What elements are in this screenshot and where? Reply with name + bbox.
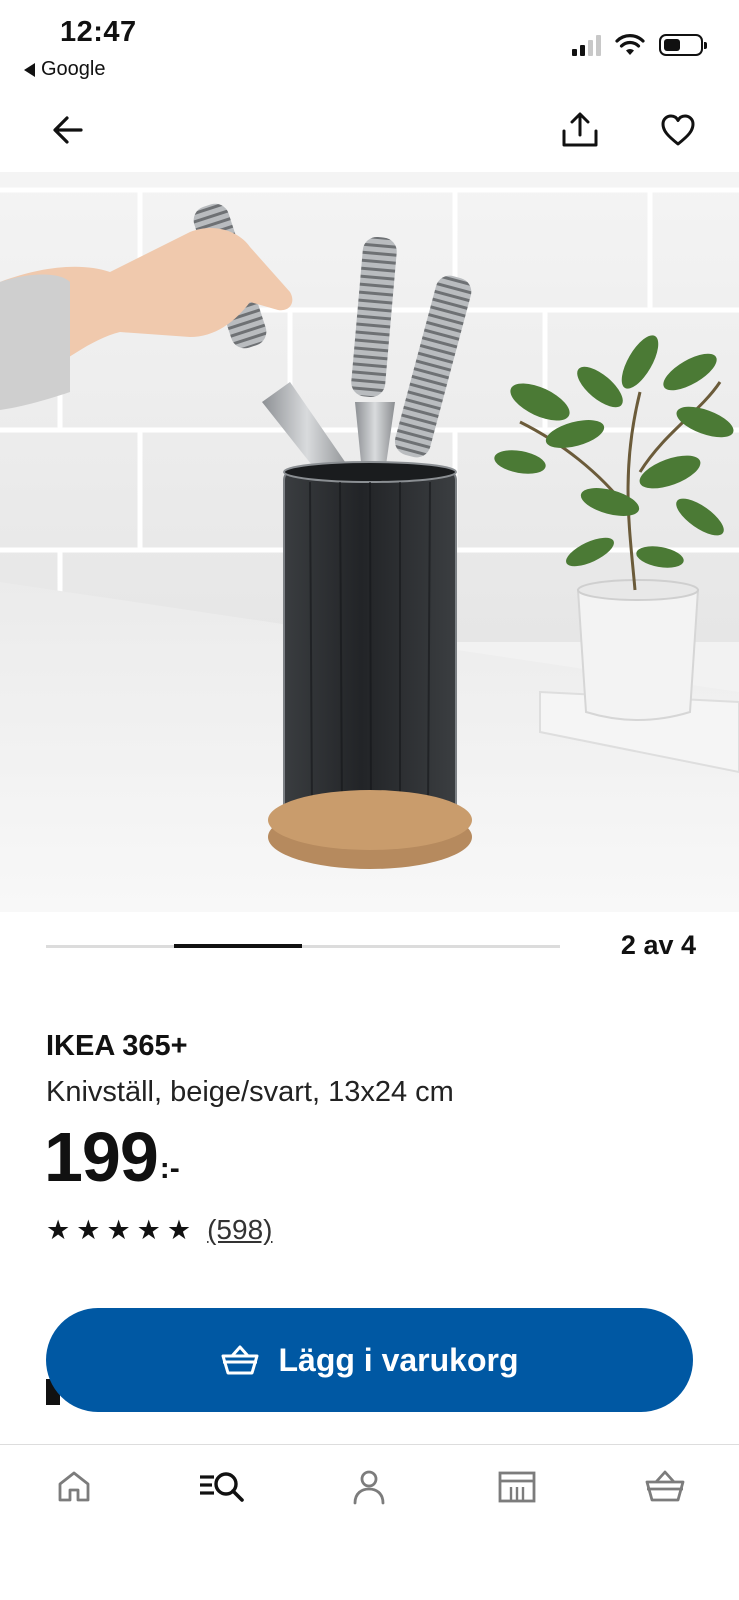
share-icon <box>562 112 598 147</box>
carousel-track <box>46 944 560 948</box>
wifi-icon <box>615 34 645 55</box>
status-bar: 12:47 Google <box>0 0 739 90</box>
favorite-button[interactable] <box>648 100 708 160</box>
product-description: Knivställ, beige/svart, 13x24 cm <box>46 1076 454 1108</box>
product-name: IKEA 365+ <box>46 1030 188 1062</box>
product-photo <box>0 172 739 912</box>
battery-icon <box>659 34 707 56</box>
top-nav <box>0 100 739 170</box>
carousel-thumb <box>174 944 302 948</box>
tab-profile[interactable] <box>329 1469 409 1529</box>
person-icon <box>354 1470 385 1505</box>
status-time: 12:47 <box>60 16 137 48</box>
star-icon: ★ <box>106 1214 131 1245</box>
image-carousel-indicator: 2 av 4 <box>46 930 696 970</box>
star-icon: ★ <box>76 1214 101 1245</box>
star-icon: ★ <box>46 1214 71 1245</box>
tab-cart[interactable] <box>625 1469 705 1529</box>
search-icon <box>199 1472 244 1502</box>
store-icon <box>498 1471 536 1503</box>
back-to-app-link[interactable]: Google <box>24 58 106 81</box>
price-suffix: :- <box>159 1152 180 1185</box>
tab-search[interactable] <box>182 1469 262 1529</box>
share-button[interactable] <box>550 100 610 160</box>
product-price: 199 :- <box>44 1122 180 1192</box>
signal-icon <box>572 34 601 56</box>
price-amount: 199 <box>44 1118 159 1196</box>
star-icon: ★ <box>136 1214 161 1245</box>
heart-icon <box>661 114 695 146</box>
status-icons <box>572 34 707 56</box>
tab-store[interactable] <box>477 1469 557 1529</box>
tab-home[interactable] <box>34 1469 114 1529</box>
bottom-tab-bar <box>0 1444 739 1600</box>
arrow-left-icon <box>53 116 83 144</box>
basket-icon <box>221 1345 259 1375</box>
home-icon <box>58 1471 90 1502</box>
product-image[interactable] <box>0 172 739 912</box>
back-app-label: Google <box>41 58 106 80</box>
star-icon: ★ <box>166 1214 192 1245</box>
add-to-cart-label: Lägg i varukorg <box>278 1341 519 1378</box>
review-count-link[interactable]: (598) <box>207 1214 272 1246</box>
basket-icon <box>645 1470 685 1502</box>
back-button[interactable] <box>38 100 98 160</box>
product-rating[interactable]: ★ ★ ★ ★ ★ (598) <box>46 1214 272 1246</box>
add-to-cart-button[interactable]: Lägg i varukorg <box>46 1308 693 1412</box>
back-triangle-icon <box>24 62 35 77</box>
carousel-counter: 2 av 4 <box>620 930 696 960</box>
